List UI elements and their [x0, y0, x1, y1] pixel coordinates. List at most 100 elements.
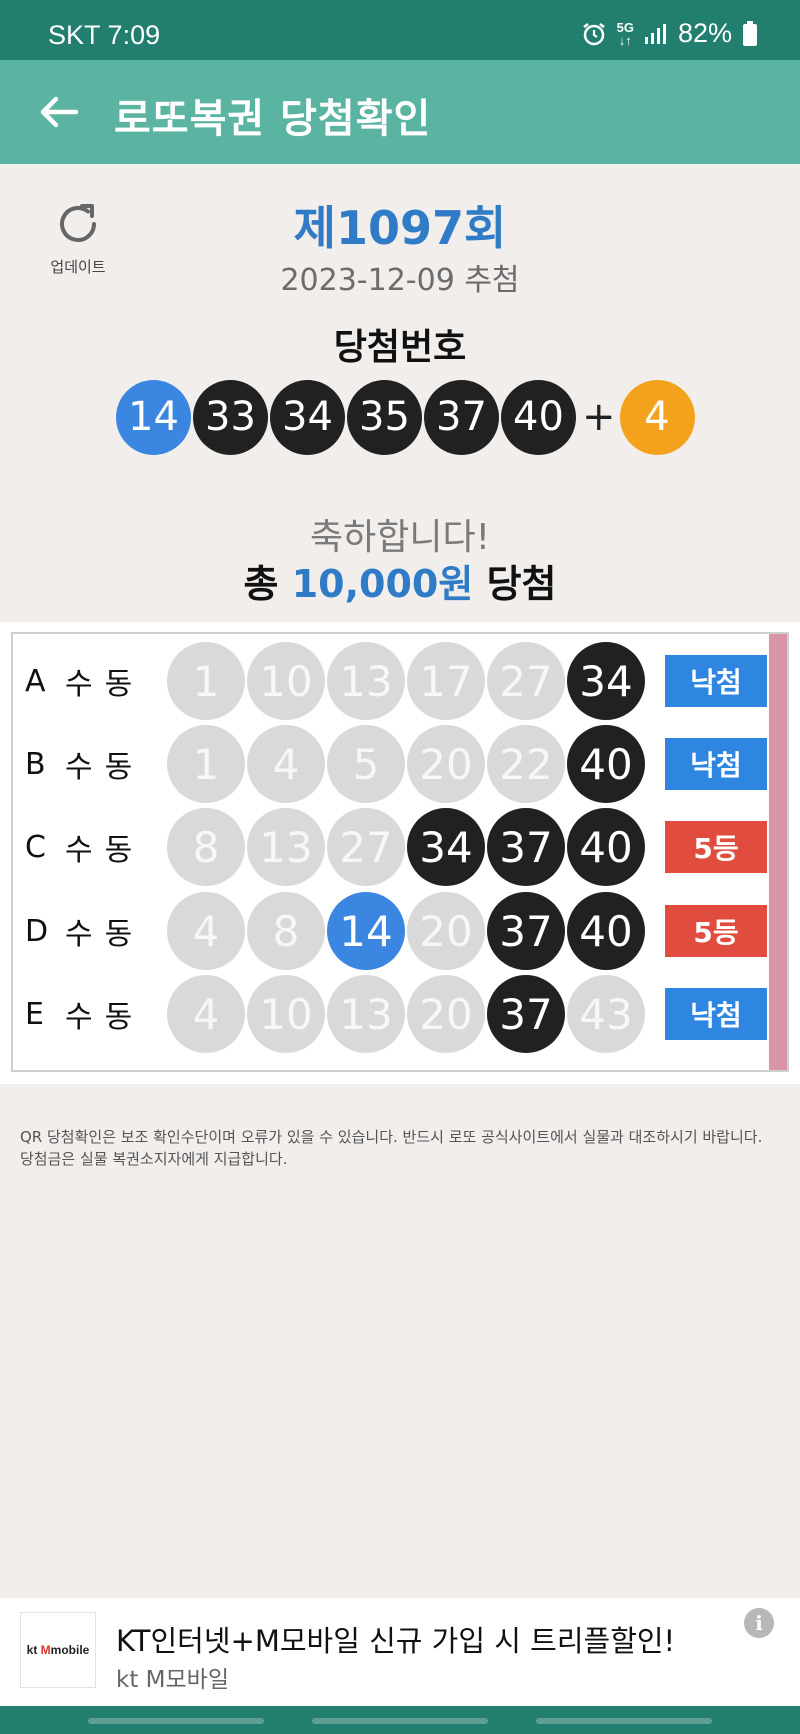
- unmatched-ball: 4: [247, 725, 325, 803]
- clock: 7:09: [107, 20, 161, 50]
- game-mode: 수동: [65, 1000, 145, 1035]
- unmatched-ball: 8: [247, 892, 325, 970]
- ticket-games: A 수동 1 10 13 17 27 34 낙첨 B 수동 1 4 5 20 22 40 낙첨 C 수동 8 13 27 34…: [11, 632, 789, 1072]
- unmatched-ball: 20: [407, 975, 485, 1053]
- carrier-label: SKT: [48, 20, 101, 50]
- page-title: 로또복권 당첨확인: [114, 96, 432, 142]
- result-badge: 5등: [665, 821, 767, 873]
- matched-ball: 34: [567, 642, 645, 720]
- app-bar: 로또복권 당첨확인: [0, 60, 800, 164]
- nav-back-button[interactable]: [536, 1718, 712, 1724]
- game-row: D 수동 4 8 14 20 37 40 5등: [13, 890, 773, 972]
- prize-amount: 10,000원: [291, 562, 474, 606]
- game-numbers: 4 10 13 20 37 43: [167, 975, 647, 1053]
- ad-logo-mobile: mobile: [50, 1643, 90, 1657]
- ticket-scrollbar[interactable]: [769, 634, 787, 1070]
- matched-ball: 37: [487, 808, 565, 886]
- winning-numbers-label: 당첨번호: [333, 327, 467, 368]
- unmatched-ball: 20: [407, 725, 485, 803]
- winning-ball: 33: [193, 379, 268, 455]
- game-id: E: [25, 996, 44, 1032]
- winning-numbers: 14 33 34 35 37 40 + 4: [116, 379, 697, 455]
- game-numbers: 8 13 27 34 37 40: [167, 808, 647, 886]
- result-badge: 낙첨: [665, 738, 767, 790]
- unmatched-ball: 27: [487, 642, 565, 720]
- result-badge: 5등: [665, 905, 767, 957]
- status-icons: 5G ↓↑ 82%: [581, 18, 758, 49]
- prize-prefix: 총: [243, 562, 279, 606]
- winning-ball: 35: [347, 379, 422, 455]
- result-badge: 낙첨: [665, 655, 767, 707]
- alarm-icon: [582, 22, 605, 45]
- disclaimer-text: QR 당첨확인은 보조 확인수단이며 오류가 있을 수 있습니다. 반드시 로또…: [20, 1128, 763, 1168]
- plus-sign: +: [582, 394, 616, 440]
- unmatched-ball: 4: [167, 892, 245, 970]
- result-badge: 낙첨: [665, 988, 767, 1040]
- ad-title: KT인터넷+M모바일 신규 가입 시 트리플할인!: [116, 1624, 676, 1658]
- ad-logo-kt: kt: [26, 1643, 38, 1657]
- unmatched-ball: 13: [327, 975, 405, 1053]
- unmatched-ball: 10: [247, 642, 325, 720]
- unmatched-ball: 17: [407, 642, 485, 720]
- round-number: 제1097회: [293, 201, 507, 255]
- ticket-card: A 수동 1 10 13 17 27 34 낙첨 B 수동 1 4 5 20 22 40 낙첨 C 수동 8 13 27 34…: [0, 622, 800, 1084]
- info-icon[interactable]: i: [744, 1608, 774, 1638]
- matched-ball: 37: [487, 975, 565, 1053]
- game-numbers: 1 10 13 17 27 34: [167, 642, 647, 720]
- unmatched-ball: 1: [167, 725, 245, 803]
- game-mode: 수동: [65, 667, 145, 702]
- winning-ball: 37: [424, 379, 499, 455]
- winning-ball: 14: [116, 379, 191, 455]
- unmatched-ball: 43: [567, 975, 645, 1053]
- battery-icon: [743, 20, 757, 46]
- matched-ball: 40: [567, 808, 645, 886]
- game-numbers: 1 4 5 20 22 40: [167, 725, 647, 803]
- matched-ball: 40: [567, 892, 645, 970]
- unmatched-ball: 13: [247, 808, 325, 886]
- game-row: A 수동 1 10 13 17 27 34 낙첨: [13, 640, 773, 722]
- game-mode: 수동: [65, 750, 145, 785]
- game-id: A: [25, 663, 46, 699]
- game-row: E 수동 4 10 13 20 37 43 낙첨: [13, 973, 773, 1055]
- navigation-bar: [0, 1706, 800, 1734]
- game-id: C: [25, 829, 46, 865]
- unmatched-ball: 13: [327, 642, 405, 720]
- game-mode: 수동: [65, 833, 145, 868]
- battery-percent: 82%: [677, 18, 732, 48]
- unmatched-ball: 10: [247, 975, 325, 1053]
- game-row: C 수동 8 13 27 34 37 40 5등: [13, 806, 773, 888]
- unmatched-ball: 20: [407, 892, 485, 970]
- game-row: B 수동 1 4 5 20 22 40 낙첨: [13, 723, 773, 805]
- matched-ball: 40: [567, 725, 645, 803]
- ad-logo-m: M: [40, 1643, 51, 1657]
- ad-banner[interactable]: kt Mmobile KT인터넷+M모바일 신규 가입 시 트리플할인! kt …: [0, 1598, 800, 1706]
- nav-recents-button[interactable]: [88, 1718, 264, 1724]
- network-5g-icon: 5G ↓↑: [616, 19, 634, 48]
- prize-summary: 총 10,000원 당첨: [0, 553, 800, 608]
- matched-ball: 34: [407, 808, 485, 886]
- matched-ball: 14: [327, 892, 405, 970]
- signal-icon: [644, 23, 666, 44]
- ad-logo: kt Mmobile: [20, 1612, 96, 1688]
- prize-suffix: 당첨: [486, 562, 557, 606]
- bonus-ball: 4: [619, 379, 695, 455]
- game-mode: 수동: [65, 917, 145, 952]
- game-numbers: 4 8 14 20 37 40: [167, 892, 647, 970]
- status-carrier-time: SKT 7:09: [48, 20, 160, 51]
- unmatched-ball: 4: [167, 975, 245, 1053]
- back-arrow-icon[interactable]: [36, 90, 80, 134]
- game-id: B: [25, 746, 46, 782]
- unmatched-ball: 22: [487, 725, 565, 803]
- nav-home-button[interactable]: [312, 1718, 488, 1724]
- winning-ball: 34: [270, 379, 345, 455]
- matched-ball: 37: [487, 892, 565, 970]
- draw-date: 2023-12-09 추첨: [280, 263, 520, 298]
- ad-subtitle: kt M모바일: [116, 1667, 229, 1693]
- status-bar: SKT 7:09 5G ↓↑ 82%: [0, 0, 800, 60]
- winning-ball: 40: [501, 379, 576, 455]
- unmatched-ball: 27: [327, 808, 405, 886]
- unmatched-ball: 5: [327, 725, 405, 803]
- unmatched-ball: 1: [167, 642, 245, 720]
- game-id: D: [25, 913, 49, 949]
- unmatched-ball: 8: [167, 808, 245, 886]
